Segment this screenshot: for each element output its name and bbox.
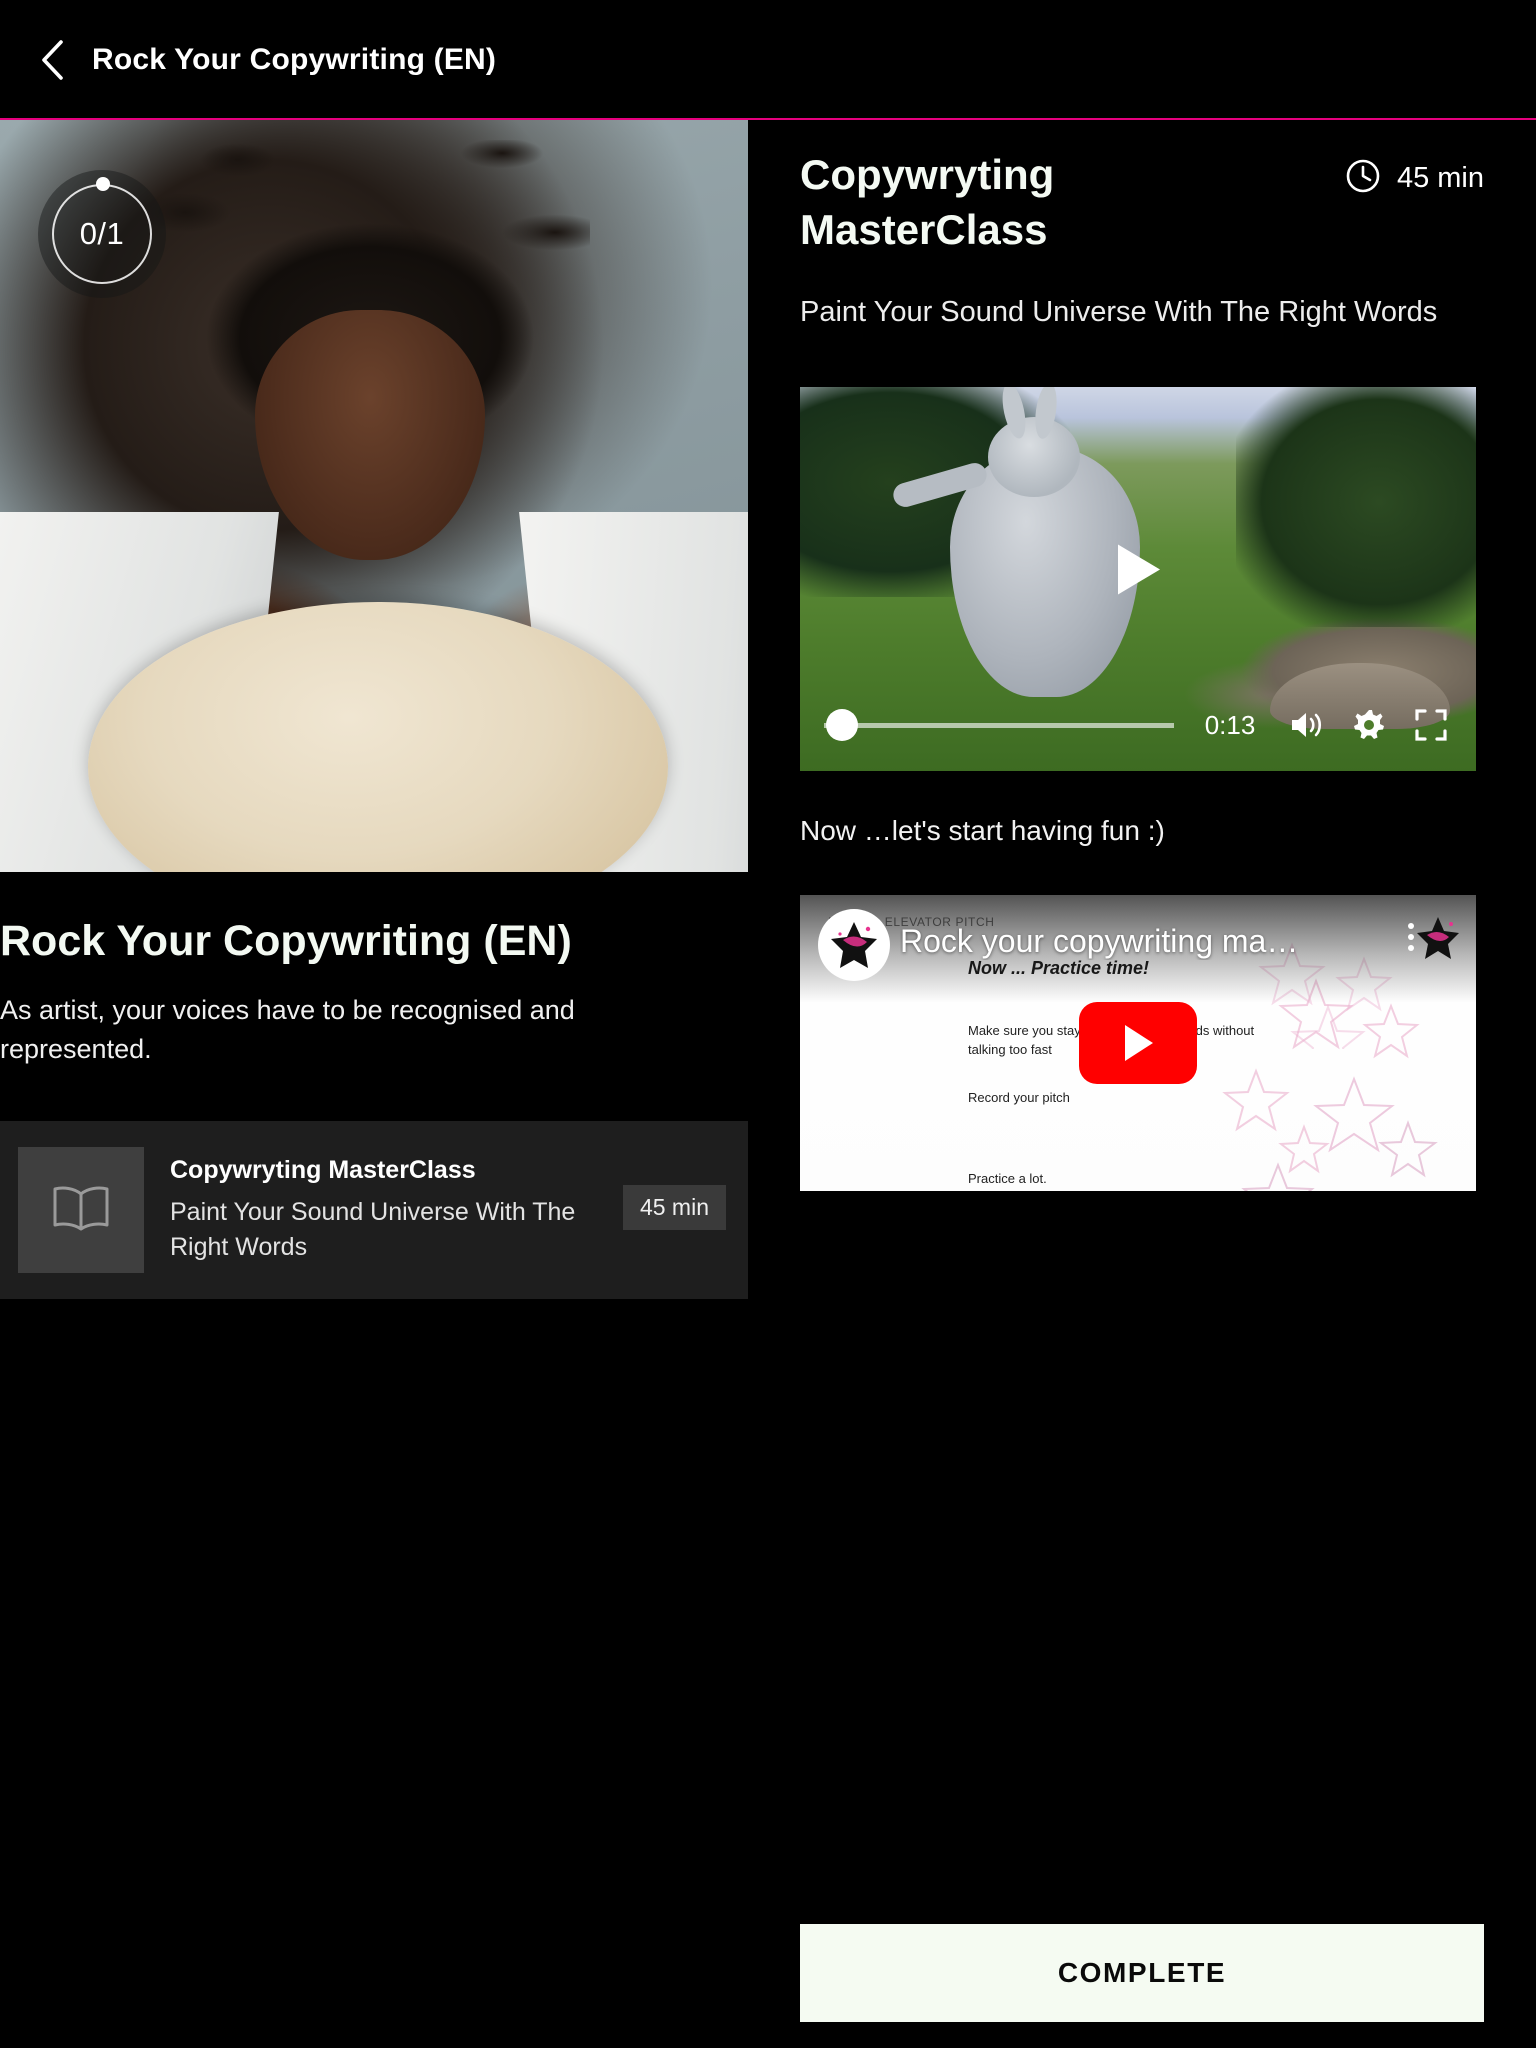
video-scrubber-handle[interactable]: [826, 709, 858, 742]
complete-button[interactable]: COMPLETE: [800, 1924, 1484, 2022]
page-title: Rock Your Copywriting (EN): [92, 43, 497, 76]
course-description: As artist, your voices have to be recogn…: [0, 994, 575, 1064]
video-scrubber[interactable]: [824, 709, 1174, 742]
video-player[interactable]: 0:13: [800, 387, 1476, 772]
course-hero-image: 0/1: [0, 120, 748, 872]
app-header: Rock Your Copywriting (EN): [0, 0, 1536, 120]
page-body: 0/1 Rock Your Copywriting (EN) As artist…: [0, 120, 1536, 2048]
lesson-title: Copywryting MasterClass: [170, 1156, 476, 1185]
video-controls-bar: 0:13: [800, 679, 1476, 771]
book-icon: [50, 1182, 112, 1239]
lesson-list-item[interactable]: Copywryting MasterClass Paint Your Sound…: [0, 1121, 748, 1300]
channel-avatar[interactable]: [818, 909, 890, 982]
youtube-video-title[interactable]: Rock your copywriting ma…: [900, 923, 1340, 960]
video-character-head: [988, 417, 1080, 498]
lesson-header: Copywryting MasterClass 45 min: [800, 148, 1484, 257]
progress-dot: [96, 177, 110, 191]
slide-line-3: Practice a lot.: [968, 1171, 1047, 1187]
gear-icon[interactable]: [1348, 704, 1390, 746]
video-foliage-right: [1236, 387, 1476, 628]
volume-icon[interactable]: [1286, 704, 1328, 746]
slide-line-2: Record your pitch: [968, 1090, 1070, 1106]
clock-icon: [1345, 158, 1381, 199]
video-current-time: 0:13: [1204, 709, 1256, 740]
course-title: Rock Your Copywriting (EN): [0, 917, 572, 965]
video-scrubber-track: [824, 722, 1174, 728]
course-column: 0/1 Rock Your Copywriting (EN) As artist…: [0, 120, 748, 1300]
lesson-duration-badge: 45 min: [622, 1185, 726, 1231]
play-icon[interactable]: [1112, 540, 1164, 603]
youtube-play-icon[interactable]: [1079, 1002, 1197, 1085]
lesson-thumbnail: [18, 1147, 144, 1274]
lesson-detail-subtitle: Paint Your Sound Universe With The Right…: [800, 296, 1438, 329]
course-progress-badge[interactable]: 0/1: [38, 170, 166, 298]
back-button[interactable]: [30, 38, 74, 82]
lesson-note: Now …let's start having fun :): [800, 815, 1165, 847]
progress-label: 0/1: [79, 216, 125, 251]
youtube-embed[interactable]: PART 3 - ELEVATOR PITCH Now ... Practice…: [800, 895, 1476, 1192]
chevron-left-icon: [39, 39, 65, 81]
lesson-detail-duration-text: 45 min: [1396, 162, 1484, 194]
lesson-detail-title: Copywryting MasterClass: [800, 151, 1055, 253]
channel-watermark: [1412, 913, 1464, 965]
complete-button-container: COMPLETE: [800, 1924, 1484, 2022]
lesson-text-block: Copywryting MasterClass Paint Your Sound…: [170, 1156, 597, 1264]
fullscreen-icon[interactable]: [1410, 704, 1452, 746]
lesson-detail-duration: 45 min: [1345, 158, 1484, 199]
lesson-detail-column: Copywryting MasterClass 45 min Paint You…: [748, 120, 1536, 2048]
lesson-subtitle: Paint Your Sound Universe With The Right…: [170, 1198, 576, 1261]
